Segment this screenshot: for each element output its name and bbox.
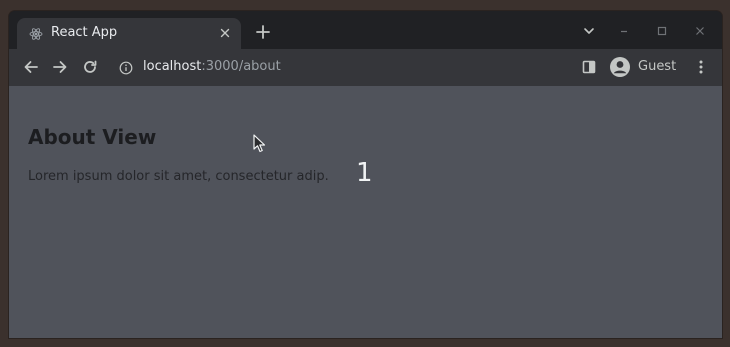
close-window-button[interactable] <box>692 23 708 39</box>
tab-strip: React App <box>9 11 722 49</box>
tab-title: React App <box>51 25 118 40</box>
minimize-icon <box>621 30 627 33</box>
new-tab-button[interactable] <box>253 22 273 42</box>
url-text[interactable]: localhost:3000/about <box>143 59 281 74</box>
counter-value: 1 <box>356 158 373 188</box>
side-panel-icon <box>582 60 596 74</box>
browser-window: React App localhost:3000/about Guest Abo… <box>9 11 722 338</box>
profile-button[interactable] <box>609 56 631 78</box>
side-panel-button[interactable] <box>579 57 599 77</box>
profile-label[interactable]: Guest <box>638 59 676 74</box>
browser-toolbar: localhost:3000/about Guest <box>9 49 722 87</box>
close-icon <box>696 27 704 35</box>
minimize-button[interactable] <box>616 23 632 39</box>
tab-search-button[interactable] <box>581 23 597 39</box>
page-viewport: About View Lorem ipsum dolor sit amet, c… <box>9 86 722 338</box>
plus-icon <box>256 25 270 39</box>
arrow-right-icon <box>53 61 67 73</box>
react-logo-icon <box>29 26 43 40</box>
forward-button[interactable] <box>50 57 70 77</box>
back-button[interactable] <box>21 57 41 77</box>
account-circle-icon <box>610 57 630 77</box>
url-path: :3000/about <box>201 59 281 74</box>
maximize-button[interactable] <box>654 23 670 39</box>
page-title: About View <box>28 125 157 149</box>
info-icon[interactable] <box>119 60 133 75</box>
kebab-menu-icon <box>699 60 703 74</box>
reload-button[interactable] <box>80 57 100 77</box>
maximize-icon <box>657 26 667 36</box>
browser-menu-button[interactable] <box>691 57 711 77</box>
page-paragraph: Lorem ipsum dolor sit amet, consectetur … <box>28 169 329 184</box>
mouse-cursor-icon <box>253 134 267 154</box>
arrow-left-icon <box>24 61 38 73</box>
desktop: React App localhost:3000/about Guest Abo… <box>0 0 730 347</box>
reload-icon <box>84 60 97 73</box>
close-icon[interactable] <box>217 25 233 41</box>
chevron-down-icon <box>584 28 594 34</box>
url-host: localhost <box>143 59 202 74</box>
tab-react-app[interactable]: React App <box>17 18 241 49</box>
address-bar[interactable]: localhost:3000/about <box>109 53 569 81</box>
